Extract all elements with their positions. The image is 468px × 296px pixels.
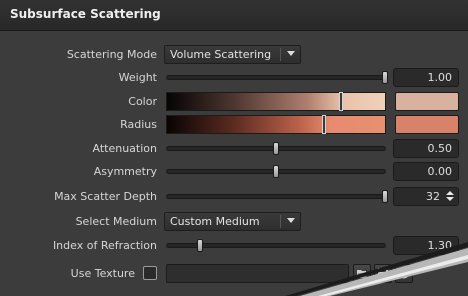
select-medium-value: Custom Medium [170, 215, 260, 228]
select-medium-dropdown[interactable]: Custom Medium [164, 212, 301, 231]
chevron-down-icon [287, 51, 295, 56]
index-of-refraction-slider-handle[interactable] [196, 239, 203, 252]
use-texture-checkbox[interactable] [143, 266, 157, 280]
index-of-refraction-slider[interactable] [166, 239, 386, 252]
dropdown-separator [280, 215, 281, 228]
weight-row: Weight 1.00 [0, 67, 468, 89]
max-scatter-depth-label: Max Scatter Depth [54, 190, 157, 203]
max-scatter-depth-row: Max Scatter Depth 32 [0, 186, 468, 208]
panel-title: Subsurface Scattering [10, 7, 161, 21]
scattering-mode-value: Volume Scattering [170, 48, 272, 61]
color-ramp[interactable] [166, 92, 386, 111]
index-of-refraction-label: Index of Refraction [52, 239, 157, 252]
max-scatter-depth-field[interactable]: 32 [393, 187, 459, 206]
color-ramp-marker[interactable] [339, 92, 344, 111]
attenuation-label: Attenuation [92, 142, 157, 155]
select-medium-label: Select Medium [75, 215, 157, 228]
asymmetry-slider[interactable] [166, 165, 386, 178]
attenuation-field[interactable]: 0.50 [393, 139, 459, 158]
weight-value: 1.00 [427, 71, 453, 84]
scattering-mode-row: Scattering Mode Volume Scattering [0, 44, 468, 66]
asymmetry-value: 0.00 [427, 165, 453, 178]
use-texture-label: Use Texture [70, 267, 135, 280]
weight-field[interactable]: 1.00 [393, 68, 459, 87]
attenuation-slider[interactable] [166, 142, 386, 155]
select-medium-row: Select Medium Custom Medium [0, 211, 468, 233]
dropdown-separator [280, 48, 281, 61]
weight-slider-handle[interactable] [382, 71, 388, 84]
texture-path-field[interactable] [166, 264, 349, 283]
attenuation-value: 0.50 [427, 142, 453, 155]
asymmetry-slider-handle[interactable] [273, 165, 279, 178]
attenuation-slider-handle[interactable] [273, 142, 279, 155]
weight-label: Weight [118, 71, 157, 84]
asymmetry-row: Asymmetry 0.00 [0, 161, 468, 183]
max-scatter-depth-value: 32 [426, 190, 440, 203]
radius-ramp-marker[interactable] [321, 115, 326, 134]
weight-slider[interactable] [166, 71, 388, 84]
max-scatter-depth-slider-handle[interactable] [382, 190, 388, 203]
save-icon[interactable] [374, 264, 392, 283]
asymmetry-label: Asymmetry [93, 165, 157, 178]
scattering-mode-label: Scattering Mode [66, 48, 157, 61]
index-of-refraction-value: 1.30 [427, 239, 453, 252]
use-texture-row: Use Texture [0, 263, 468, 285]
radius-ramp[interactable] [166, 115, 386, 134]
radius-swatch[interactable] [395, 115, 459, 134]
index-of-refraction-field[interactable]: 1.30 [393, 236, 459, 255]
color-label: Color [128, 95, 157, 108]
chevron-down-icon[interactable] [446, 197, 454, 201]
panel-header[interactable]: Subsurface Scattering [0, 0, 468, 31]
radius-row: Radius [0, 114, 468, 136]
color-row: Color [0, 91, 468, 113]
stepper-icon[interactable] [446, 191, 454, 202]
asymmetry-field[interactable]: 0.00 [393, 162, 459, 181]
chevron-down-icon [287, 218, 295, 223]
radius-label: Radius [120, 118, 157, 131]
chevron-up-icon[interactable] [446, 191, 454, 195]
attenuation-row: Attenuation 0.50 [0, 138, 468, 160]
max-scatter-depth-slider[interactable] [166, 190, 388, 203]
index-of-refraction-row: Index of Refraction 1.30 [0, 235, 468, 257]
color-swatch[interactable] [395, 92, 459, 111]
folder-open-icon[interactable] [353, 264, 371, 283]
scattering-mode-dropdown[interactable]: Volume Scattering [164, 45, 301, 64]
reload-icon[interactable] [395, 264, 413, 283]
